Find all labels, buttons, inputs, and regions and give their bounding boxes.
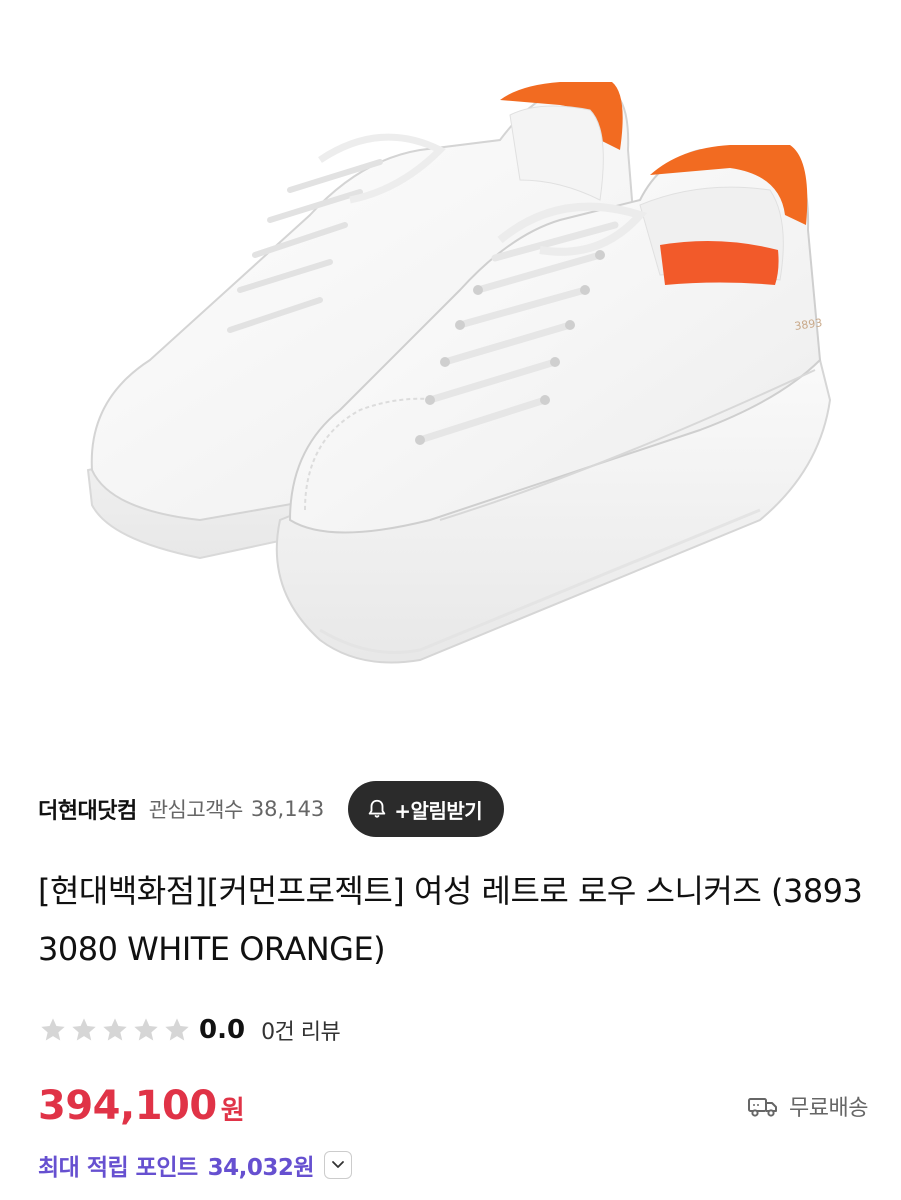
points-label: 최대 적립 포인트 [38, 1155, 198, 1181]
star-icon [162, 1016, 191, 1045]
truck-icon [747, 1093, 781, 1119]
product-title: [현대백화점][커먼프로젝트] 여성 레트로 로우 스니커즈 (3893 308… [38, 872, 863, 968]
points-expand-button[interactable] [324, 1151, 353, 1179]
rating-value: 0.0 [199, 1015, 246, 1045]
price-row: 394,100 원 무료배송 [38, 1076, 868, 1136]
price-unit: 원 [220, 1096, 245, 1126]
points-row: 최대 적립 포인트 34,032원 [38, 1143, 353, 1187]
delivery-info: 무료배송 [747, 1090, 868, 1122]
product-image[interactable]: 3893 [0, 0, 901, 760]
star-icon [38, 1016, 67, 1045]
alert-subscribe-button[interactable]: +알림받기 [348, 781, 505, 837]
star-icon [100, 1016, 129, 1045]
review-count-link[interactable]: 0건 리뷰 [261, 1014, 341, 1046]
store-row: 더현대닷컴 관심고객수 38,143 +알림받기 [38, 780, 868, 838]
sneakers-illustration: 3893 [86, 82, 832, 664]
price-amount: 394,100 [38, 1083, 217, 1129]
follower-label: 관심고객수 [148, 798, 244, 822]
price: 394,100 원 [38, 1083, 245, 1129]
star-icon [69, 1016, 98, 1045]
star-icon [131, 1016, 160, 1045]
follower-count: 38,143 [250, 797, 325, 821]
points-value: 34,032원 [207, 1155, 315, 1181]
model-stamp: 3893 [794, 316, 824, 333]
rating-stars [38, 1016, 191, 1045]
store-name[interactable]: 더현대닷컴 [38, 793, 137, 825]
bell-icon [366, 797, 390, 821]
rating-row[interactable]: 0.0 0건 리뷰 [38, 1008, 341, 1052]
alert-button-label: +알림받기 [394, 798, 483, 823]
delivery-label: 무료배송 [789, 1096, 868, 1121]
chevron-down-icon [332, 1161, 344, 1168]
